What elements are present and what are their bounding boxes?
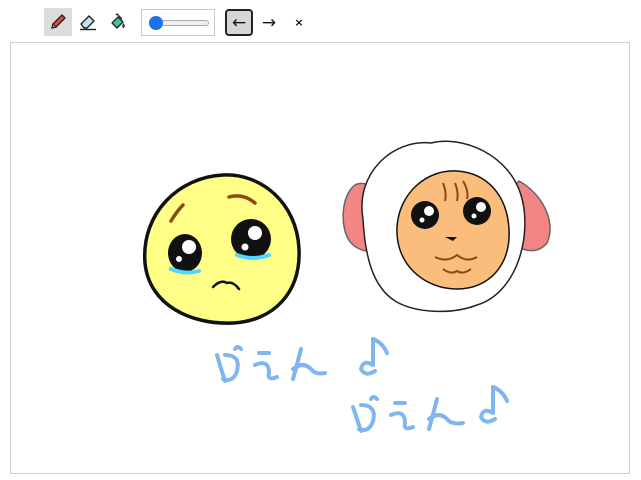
eraser-tool-button[interactable] xyxy=(74,8,102,36)
pencil-icon xyxy=(51,14,66,29)
drawing-canvas[interactable] xyxy=(10,42,630,474)
pleading-face-drawing xyxy=(143,173,301,325)
brush-size-slider[interactable] xyxy=(141,9,215,36)
undo-button[interactable]: ← xyxy=(225,9,253,36)
handwriting-drawing xyxy=(215,337,509,433)
slider-thumb[interactable] xyxy=(149,16,163,30)
redo-button[interactable]: → xyxy=(255,9,283,36)
sheep-face-drawing xyxy=(342,140,551,313)
canvas-drawing xyxy=(143,140,551,433)
toolbar: ← → × xyxy=(0,0,641,42)
clear-button[interactable]: × xyxy=(285,9,313,36)
fill-bucket-icon xyxy=(111,13,125,29)
pencil-tool-button[interactable] xyxy=(44,8,72,36)
eraser-icon xyxy=(80,15,96,31)
fill-tool-button[interactable] xyxy=(104,8,132,36)
